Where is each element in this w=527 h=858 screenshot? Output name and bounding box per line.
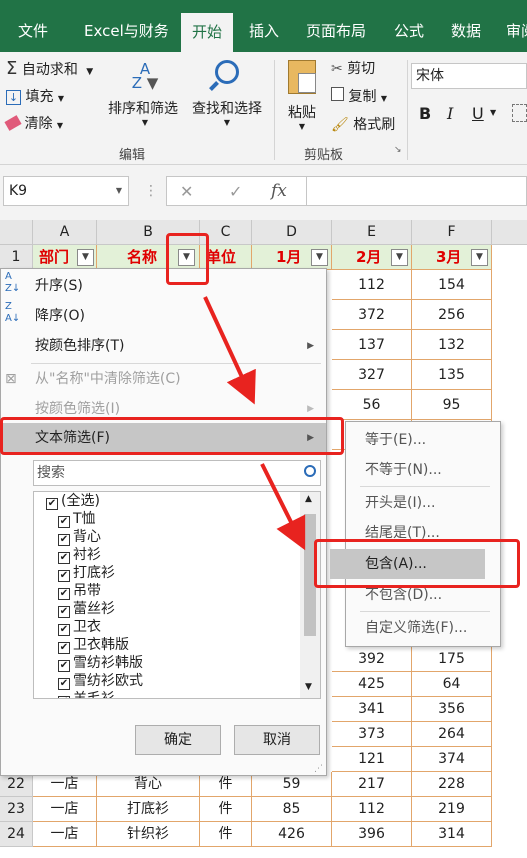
annotation-arrows — [203, 296, 306, 551]
arrow-icon — [260, 463, 306, 551]
arrow-icon — [203, 296, 256, 405]
